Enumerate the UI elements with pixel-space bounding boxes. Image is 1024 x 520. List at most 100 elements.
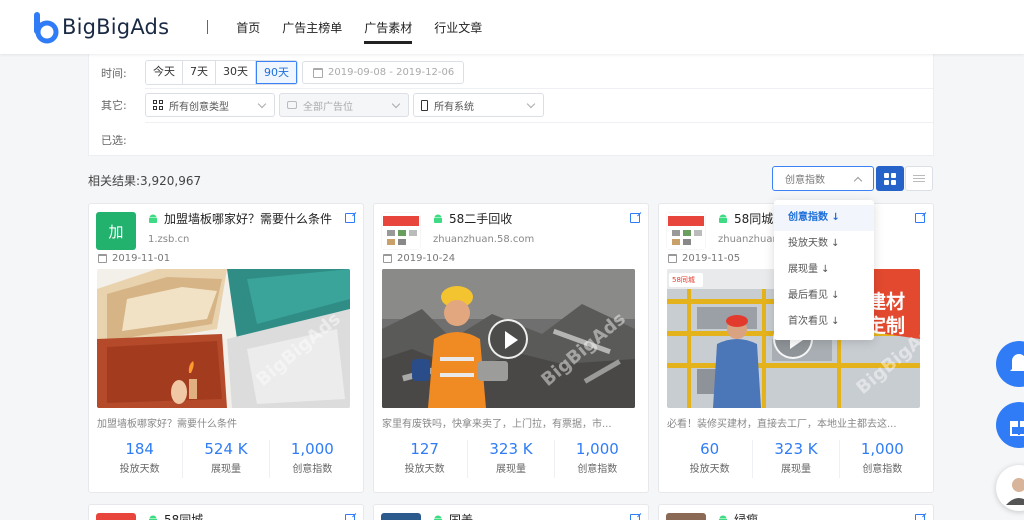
card-date: 2019-10-24: [383, 253, 455, 264]
card-title[interactable]: 加盟墙板哪家好？需要什么条件: [164, 210, 332, 227]
nav-home[interactable]: 首页: [236, 0, 260, 54]
ad-position-select[interactable]: 全部广告位: [279, 93, 409, 117]
creative-type-value: 所有创意类型: [169, 101, 229, 113]
stat-days: 127 投放天数: [382, 440, 469, 478]
avatar-icon: [1006, 478, 1024, 505]
stat-impressions-value: 323 K: [774, 440, 818, 458]
nav-advertiser-rank[interactable]: 广告主榜单: [282, 0, 342, 54]
nav-ad-creatives[interactable]: 广告素材: [364, 0, 413, 54]
advertiser-icon: [96, 513, 136, 520]
external-link-icon[interactable]: [345, 514, 355, 520]
card-title[interactable]: 绿瘦: [734, 511, 758, 520]
result-count: 相关结果:3,920,967: [88, 174, 202, 188]
sort-option-first-seen[interactable]: 首次看见 ↓: [774, 309, 874, 335]
card-domain: zhuanzhuan.58.com: [433, 234, 535, 245]
phone-icon: [421, 99, 428, 111]
system-value: 所有系统: [434, 101, 474, 113]
stat-creative-index-label: 创意指数: [292, 464, 333, 475]
ad-card[interactable]: 58二手回收 zhuanzhuan.58.com 2019-10-24 BigB…: [373, 203, 649, 493]
grid-icon: [153, 100, 163, 110]
stat-creative-index-value: 1,000: [575, 440, 619, 458]
sort-option-creative-index[interactable]: 创意指数 ↓: [774, 205, 874, 231]
time-90d-button[interactable]: 90天: [256, 61, 297, 84]
stat-days-label: 投放天数: [404, 464, 445, 475]
selected-label: 已选:: [101, 134, 127, 147]
card-date-text: 2019-11-05: [682, 253, 741, 264]
card-description: 家里有废铁吗，快拿来卖了，上门拉，有票据，市...: [382, 419, 612, 430]
stat-impressions-label: 展现量: [780, 464, 811, 475]
stat-creative-index-label: 创意指数: [577, 464, 618, 475]
android-icon: [719, 214, 727, 223]
card-description: 必看！装修买建材，直接去工厂，本地业主都去这...: [667, 419, 897, 430]
position-icon: [287, 101, 297, 109]
row-divider: [145, 122, 933, 123]
card-stats: 60 投放天数 323 K 展现量 1,000 创意指数: [667, 440, 925, 478]
list-view-button[interactable]: [905, 166, 933, 191]
other-label: 其它:: [101, 99, 127, 112]
external-link-icon[interactable]: [915, 213, 925, 223]
list-view-icon: [913, 175, 925, 176]
ad-card[interactable]: 58同城: [88, 504, 364, 520]
main-nav: 首页 广告主榜单 广告素材 行业文章: [236, 0, 504, 54]
stat-days: 60 投放天数: [667, 440, 754, 478]
gift-float-button[interactable]: [996, 402, 1024, 448]
grid-view-button[interactable]: [876, 166, 904, 191]
external-link-icon[interactable]: [630, 213, 640, 223]
stat-impressions: 323 K 展现量: [753, 440, 840, 478]
card-domain: zhuanzhuan: [718, 234, 779, 245]
time-today-button[interactable]: 今天: [146, 61, 183, 84]
sort-option-last-seen[interactable]: 最后看见 ↓: [774, 283, 874, 309]
sort-option-days[interactable]: 投放天数 ↓: [774, 231, 874, 257]
stat-days-label: 投放天数: [119, 464, 160, 475]
advertiser-icon: [666, 212, 706, 250]
stat-creative-index-label: 创意指数: [862, 464, 903, 475]
chevron-down-icon: [257, 99, 267, 109]
top-header: BigBigAds 首页 广告主榜单 广告素材 行业文章: [0, 0, 1024, 54]
card-title[interactable]: 58同城: [164, 511, 203, 520]
chevron-up-icon: [853, 176, 863, 186]
sort-option-impressions[interactable]: 展现量 ↓: [774, 257, 874, 283]
time-range-group: 今天 7天 30天 90天: [145, 60, 298, 85]
external-link-icon[interactable]: [915, 514, 925, 520]
card-date: 2019-11-01: [98, 253, 170, 264]
time-label: 时间:: [101, 66, 127, 80]
grid-view-icon: [884, 172, 896, 185]
other-filter-row: 其它: 所有创意类型 全部广告位 所有系统: [89, 93, 548, 117]
card-title[interactable]: 58同城: [734, 210, 773, 227]
nav-articles[interactable]: 行业文章: [434, 0, 482, 54]
date-range-input[interactable]: 2019-09-08 - 2019-12-06: [302, 61, 464, 84]
ad-position-value: 全部广告位: [303, 101, 353, 113]
play-icon[interactable]: [488, 319, 528, 359]
sort-select[interactable]: 创意指数: [772, 166, 874, 191]
stat-impressions: 524 K 展现量: [183, 440, 270, 478]
card-date-text: 2019-10-24: [397, 253, 456, 264]
stat-impressions: 323 K 展现量: [468, 440, 555, 478]
card-title[interactable]: 国美: [449, 511, 473, 520]
system-select[interactable]: 所有系统: [413, 93, 544, 117]
ad-card[interactable]: 国美: [373, 504, 649, 520]
calendar-icon: [668, 254, 677, 263]
card-title[interactable]: 58二手回收: [449, 210, 512, 227]
external-link-icon[interactable]: [345, 213, 355, 223]
external-link-icon[interactable]: [630, 514, 640, 520]
android-icon: [434, 214, 442, 223]
stat-days-label: 投放天数: [689, 464, 730, 475]
time-30d-button[interactable]: 30天: [216, 61, 256, 84]
stat-impressions-label: 展现量: [210, 464, 241, 475]
stat-days-value: 184: [125, 440, 154, 458]
logo-text: BigBigAds: [62, 15, 170, 39]
creative-type-select[interactable]: 所有创意类型: [145, 93, 275, 117]
time-7d-button[interactable]: 7天: [183, 61, 216, 84]
chevron-down-icon: [526, 99, 536, 109]
ad-card[interactable]: 绿瘦: [658, 504, 934, 520]
stat-creative-index: 1,000 创意指数: [270, 440, 355, 478]
ad-card[interactable]: 加 加盟墙板哪家好？需要什么条件 1.zsb.cn 2019-11-01 Big…: [88, 203, 364, 493]
chat-float-button[interactable]: [996, 341, 1024, 387]
stat-creative-index: 1,000 创意指数: [555, 440, 640, 478]
date-range-text: 2019-09-08 - 2019-12-06: [328, 67, 455, 78]
ad-creative-image[interactable]: BigBigAds: [97, 269, 350, 408]
support-float-button[interactable]: [996, 465, 1024, 511]
ad-creative-video[interactable]: BigBigAds: [382, 269, 635, 408]
logo[interactable]: BigBigAds: [32, 10, 169, 44]
android-icon: [434, 515, 442, 520]
